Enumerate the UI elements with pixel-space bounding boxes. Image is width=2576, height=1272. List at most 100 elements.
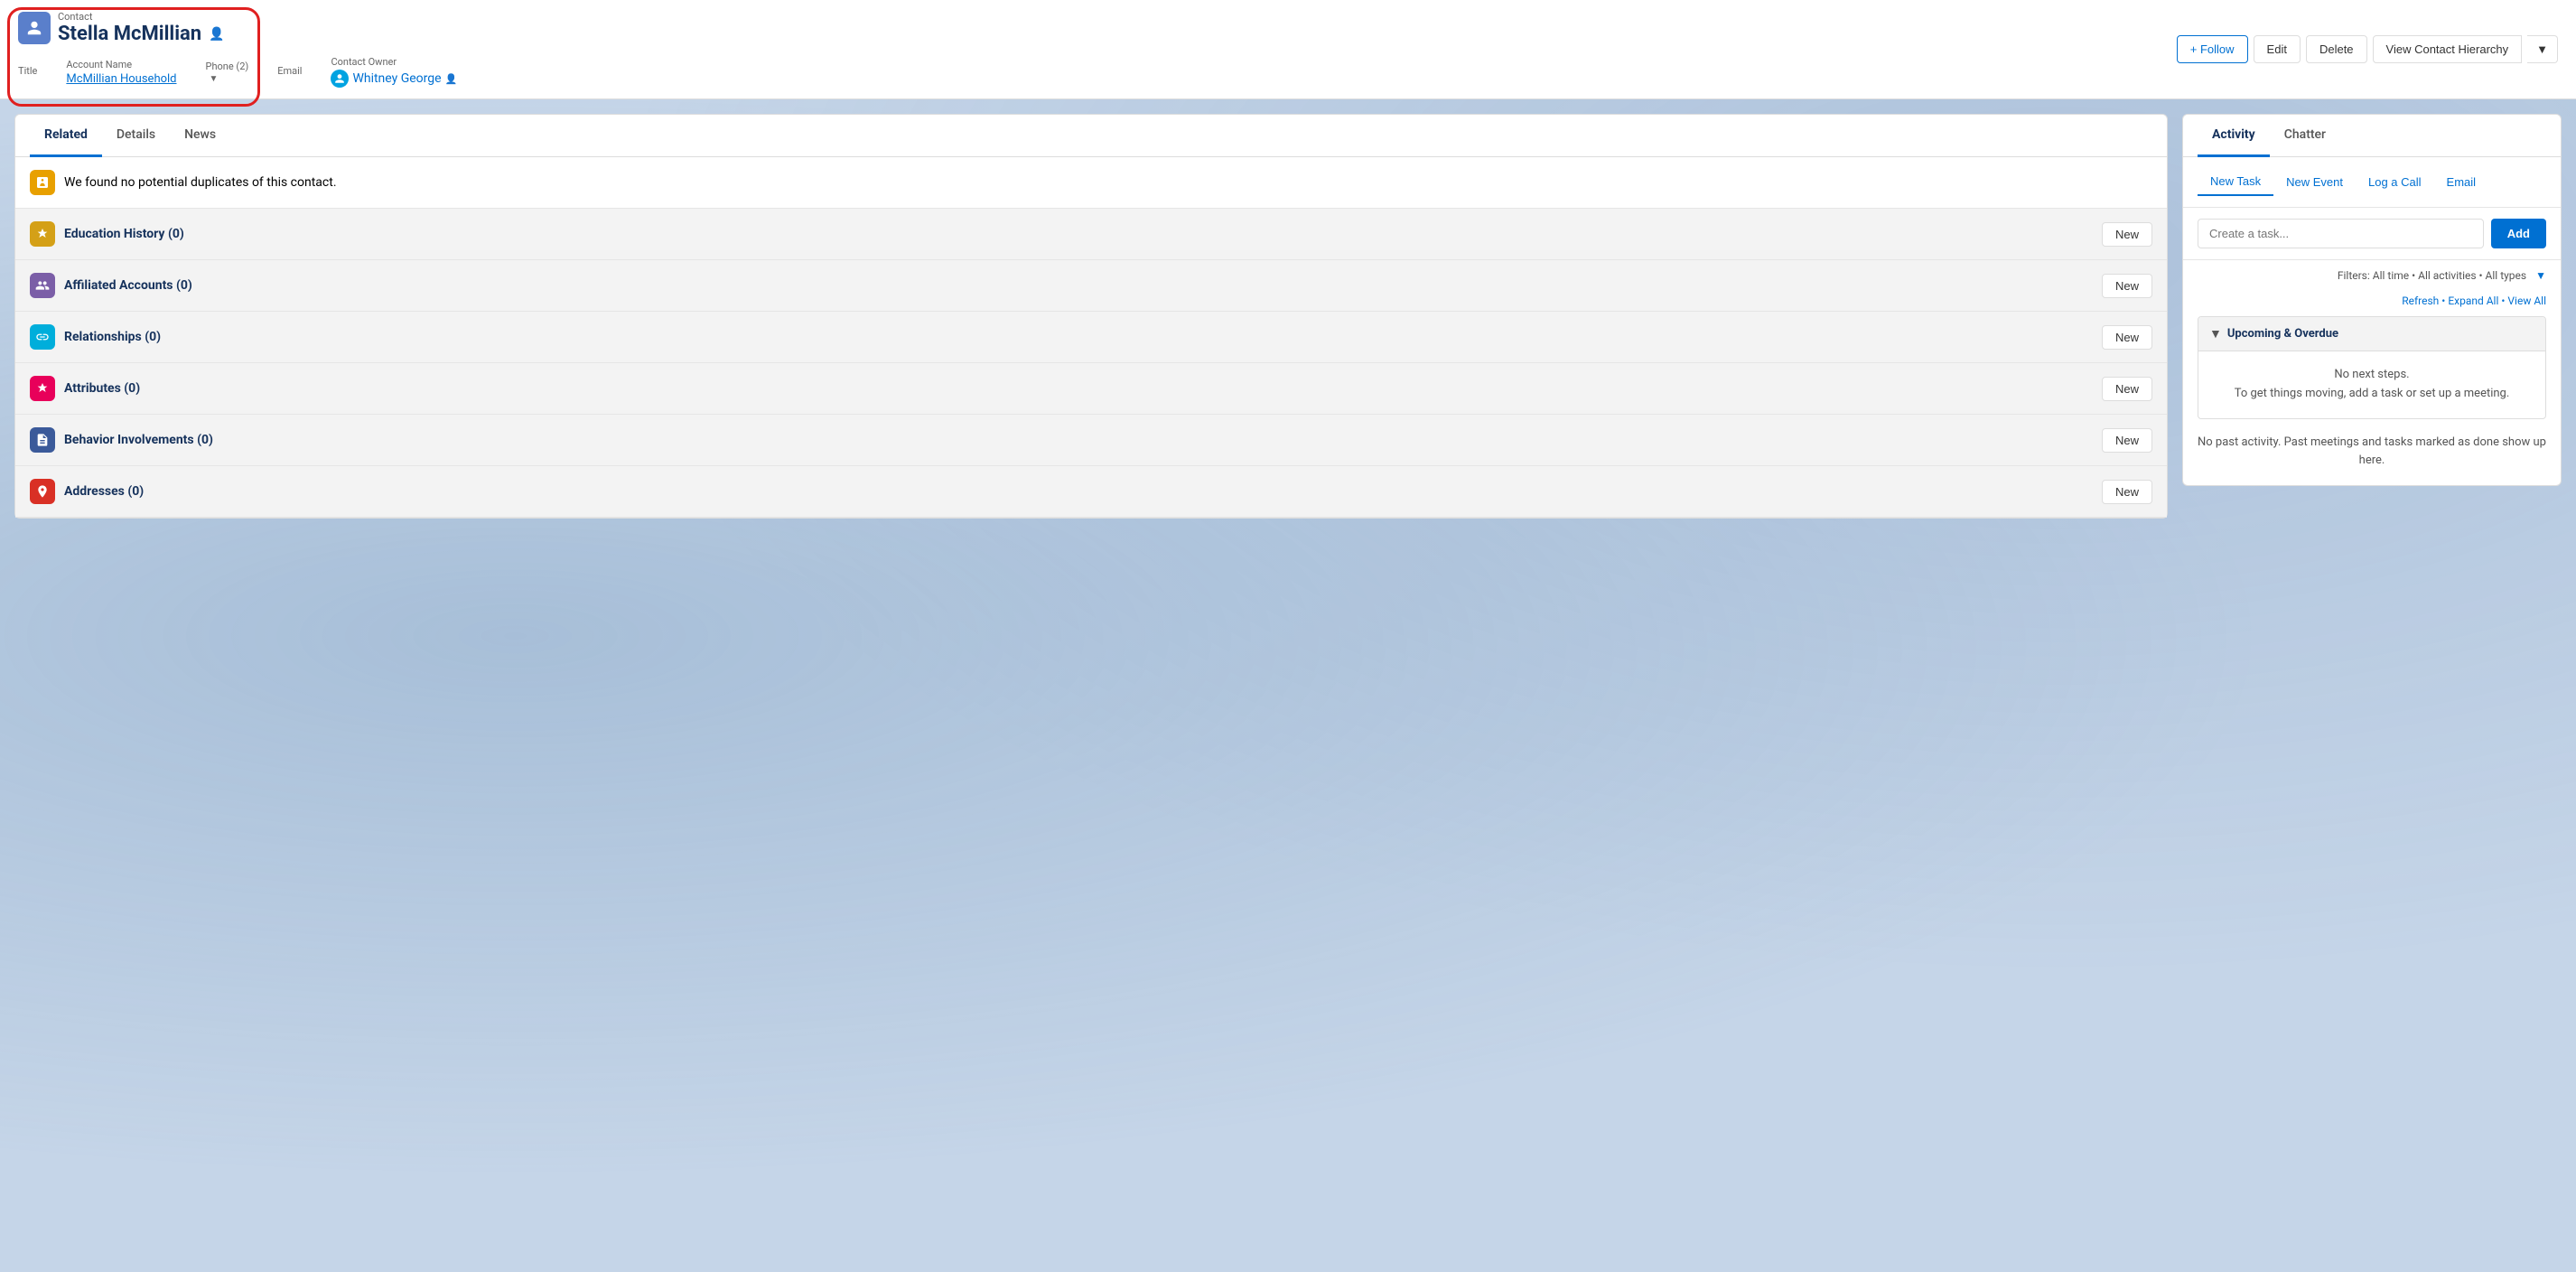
tab-details[interactable]: Details	[102, 115, 170, 157]
main-content: Related Details News We found no potenti…	[0, 99, 2576, 533]
view-hierarchy-button[interactable]: View Contact Hierarchy	[2373, 35, 2523, 63]
upcoming-title: Upcoming & Overdue	[2227, 327, 2338, 341]
section-left-3: Attributes (0)	[30, 376, 140, 401]
section-icon-3	[30, 376, 55, 401]
new-event-button[interactable]: New Event	[2273, 168, 2356, 196]
title-label: Title	[18, 65, 37, 77]
section-icon-4	[30, 427, 55, 453]
section-title-0: Education History (0)	[64, 227, 184, 241]
section-left-4: Behavior Involvements (0)	[30, 427, 213, 453]
section-icon-5	[30, 479, 55, 504]
filters-text: Filters: All time • All activities • All…	[2338, 269, 2526, 282]
phone-field: Phone (2) ▼	[206, 61, 249, 84]
section-row: Relationships (0) New	[15, 312, 2167, 363]
section-left-0: Education History (0)	[30, 221, 184, 247]
new-button-1[interactable]: New	[2102, 274, 2152, 298]
account-name-value[interactable]: McMillian Household	[66, 72, 176, 86]
contact-owner-label: Contact Owner	[331, 56, 457, 68]
edit-button[interactable]: Edit	[2254, 35, 2301, 63]
section-title-5: Addresses (0)	[64, 484, 144, 499]
duplicate-text: We found no potential duplicates of this…	[64, 175, 337, 190]
upcoming-header[interactable]: ▼ Upcoming & Overdue	[2198, 317, 2545, 351]
new-button-0[interactable]: New	[2102, 222, 2152, 247]
left-tabs: Related Details News	[15, 115, 2167, 157]
right-panel: Activity Chatter New Task New Event Log …	[2182, 114, 2562, 486]
phone-label: Phone (2)	[206, 61, 249, 72]
email-label: Email	[277, 65, 302, 77]
upcoming-chevron-icon: ▼	[2209, 326, 2222, 341]
refresh-link[interactable]: Refresh	[2402, 295, 2439, 307]
new-button-5[interactable]: New	[2102, 480, 2152, 504]
owner-icon: 👤	[445, 73, 458, 85]
section-row: Attributes (0) New	[15, 363, 2167, 415]
section-row: Affiliated Accounts (0) New	[15, 260, 2167, 312]
left-panel: Related Details News We found no potenti…	[14, 114, 2168, 519]
section-left-1: Affiliated Accounts (0)	[30, 273, 192, 298]
filters-row: Filters: All time • All activities • All…	[2183, 260, 2561, 291]
email-button[interactable]: Email	[2434, 168, 2489, 196]
contact-icon	[18, 12, 51, 44]
section-icon-0	[30, 221, 55, 247]
page-header: Contact Stella McMillian 👤 Title Account…	[0, 0, 2576, 99]
section-row: Behavior Involvements (0) New	[15, 415, 2167, 466]
header-meta: Title Account Name McMillian Household P…	[18, 56, 457, 88]
upcoming-body: No next steps. To get things moving, add…	[2198, 351, 2545, 418]
section-row: Education History (0) New	[15, 209, 2167, 260]
delete-button[interactable]: Delete	[2306, 35, 2367, 63]
section-row: Addresses (0) New	[15, 466, 2167, 518]
new-task-button[interactable]: New Task	[2198, 168, 2273, 196]
section-title-4: Behavior Involvements (0)	[64, 433, 213, 447]
section-title-1: Affiliated Accounts (0)	[64, 278, 192, 293]
phone-row[interactable]: ▼	[206, 74, 249, 84]
view-all-link[interactable]: View All	[2507, 295, 2546, 307]
past-activity-text: No past activity. Past meetings and task…	[2198, 435, 2546, 468]
upcoming-hint-text: To get things moving, add a task or set …	[2235, 387, 2510, 400]
section-title-2: Relationships (0)	[64, 330, 161, 344]
tab-news[interactable]: News	[170, 115, 230, 157]
contact-type-row: Contact Stella McMillian 👤	[18, 11, 457, 45]
section-title-3: Attributes (0)	[64, 381, 140, 396]
upcoming-section: ▼ Upcoming & Overdue No next steps. To g…	[2198, 316, 2546, 419]
section-left-2: Relationships (0)	[30, 324, 161, 350]
filter-icon[interactable]: ▼	[2535, 269, 2546, 282]
tab-activity[interactable]: Activity	[2198, 115, 2270, 157]
contact-owner-field: Contact Owner Whitney George 👤	[331, 56, 457, 88]
sections-container: Education History (0) New Affiliated Acc…	[15, 209, 2167, 518]
new-button-4[interactable]: New	[2102, 428, 2152, 453]
section-icon-2	[30, 324, 55, 350]
no-steps-text: No next steps.	[2334, 368, 2409, 381]
links-row: Refresh • Expand All • View All	[2183, 291, 2561, 316]
phone-dropdown-icon[interactable]: ▼	[210, 74, 219, 84]
contact-name: Stella McMillian	[58, 23, 201, 45]
section-icon-1	[30, 273, 55, 298]
add-task-button[interactable]: Add	[2491, 219, 2546, 248]
contact-name-row: Stella McMillian 👤	[58, 23, 225, 45]
activity-actions: New Task New Event Log a Call Email	[2183, 157, 2561, 208]
new-button-3[interactable]: New	[2102, 377, 2152, 401]
task-input[interactable]	[2198, 219, 2484, 248]
contact-owner-value[interactable]: Whitney George 👤	[331, 70, 457, 88]
tab-related[interactable]: Related	[30, 115, 102, 157]
header-actions: + Follow Edit Delete View Contact Hierar…	[2177, 35, 2558, 63]
past-activity: No past activity. Past meetings and task…	[2183, 419, 2561, 486]
contact-type-label: Contact	[58, 11, 225, 23]
log-call-button[interactable]: Log a Call	[2356, 168, 2434, 196]
right-tabs: Activity Chatter	[2183, 115, 2561, 157]
expand-all-link[interactable]: Expand All	[2448, 295, 2498, 307]
owner-name: Whitney George	[352, 71, 441, 86]
title-field: Title	[18, 65, 37, 79]
actions-dropdown-button[interactable]: ▼	[2527, 35, 2558, 63]
account-name-label: Account Name	[66, 59, 176, 70]
section-left-5: Addresses (0)	[30, 479, 144, 504]
account-name-field: Account Name McMillian Household	[66, 59, 176, 86]
contact-label-group: Contact Stella McMillian 👤	[58, 11, 225, 45]
edit-name-icon[interactable]: 👤	[209, 27, 224, 42]
tab-chatter[interactable]: Chatter	[2270, 115, 2340, 157]
email-field: Email	[277, 65, 302, 79]
new-button-2[interactable]: New	[2102, 325, 2152, 350]
task-input-row: Add	[2183, 208, 2561, 260]
duplicate-icon	[30, 170, 55, 195]
duplicate-notice: We found no potential duplicates of this…	[15, 157, 2167, 209]
follow-button[interactable]: + Follow	[2177, 35, 2248, 63]
owner-avatar	[331, 70, 349, 88]
